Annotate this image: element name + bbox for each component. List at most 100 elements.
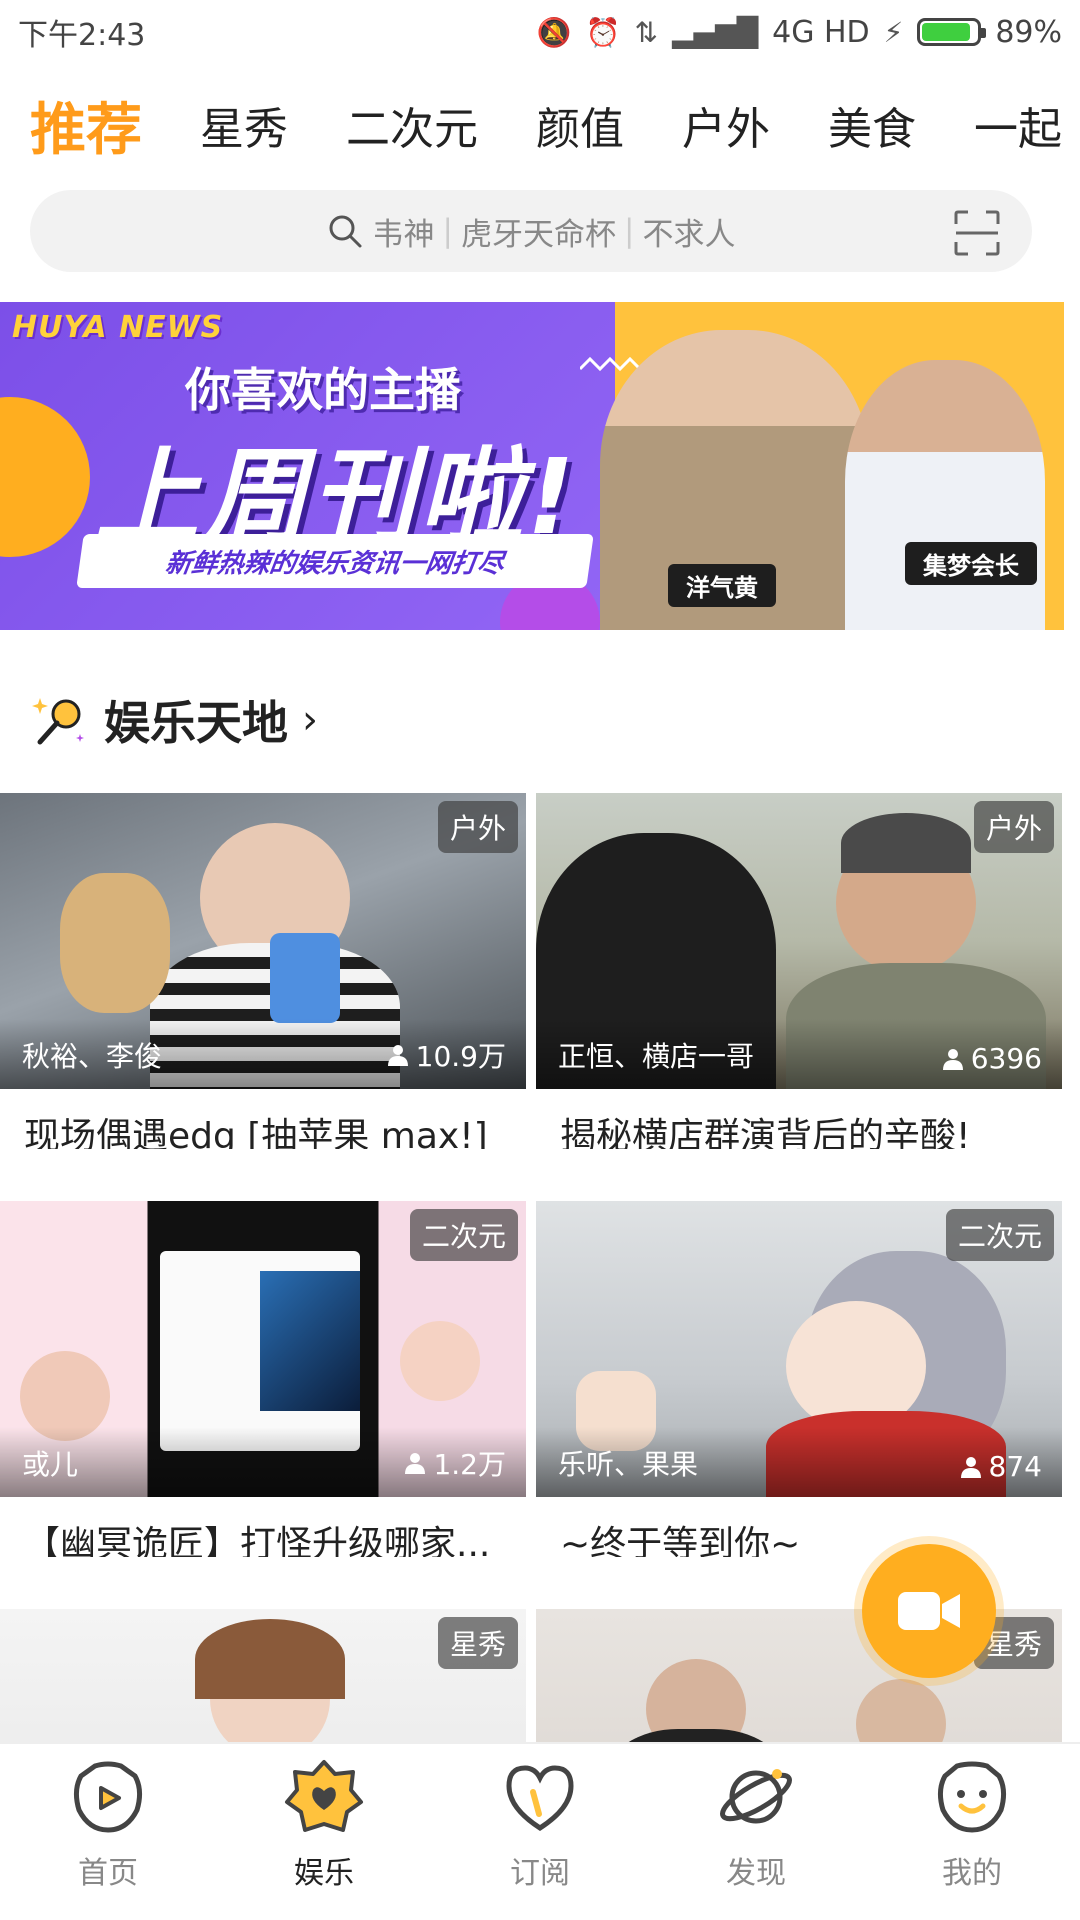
category-badge: 星秀 bbox=[437, 1617, 518, 1669]
status-time: 下午2:43 bbox=[18, 18, 146, 53]
nav-home[interactable]: 首页 bbox=[8, 1744, 208, 1892]
battery-level-fill bbox=[922, 23, 971, 41]
section-title: 娱乐天地 bbox=[104, 696, 288, 750]
category-badge: 户外 bbox=[437, 801, 518, 853]
nav-label: 我的 bbox=[942, 1856, 1002, 1891]
status-icons: 🔕 ⏰ ⇅ ▂▄▆█ 4G HD ⚡ 89% bbox=[537, 15, 1062, 50]
nav-label: 发现 bbox=[726, 1856, 786, 1891]
category-badge: 二次元 bbox=[409, 1209, 518, 1261]
nav-entertainment[interactable]: 娱乐 bbox=[224, 1744, 424, 1892]
thumb-beanie bbox=[841, 813, 971, 873]
banner-logo: HUYA NEWS bbox=[12, 310, 224, 345]
screen: 下午2:43 🔕 ⏰ ⇅ ▂▄▆█ 4G HD ⚡ 89% 推荐 星秀 二次元 … bbox=[0, 0, 1080, 1920]
nav-label: 首页 bbox=[78, 1856, 138, 1891]
viewer-icon bbox=[960, 1456, 981, 1478]
live-card[interactable]: 户外 正恒、横店一哥 6396 揭秘横店群演背后的辛酸! bbox=[536, 793, 1062, 1149]
thumb-hair bbox=[195, 1619, 345, 1699]
microphone-sparkle-icon bbox=[32, 698, 84, 745]
search-bar[interactable]: 韦神 | 虎牙天命杯 | 不求人 bbox=[30, 190, 1032, 272]
mute-icon: 🔕 bbox=[536, 15, 572, 49]
card-hosts: 乐听、果果 bbox=[558, 1448, 699, 1481]
thumb-streamer-face-2 bbox=[400, 1321, 480, 1401]
thumb-phone bbox=[270, 933, 340, 1023]
card-title[interactable]: ~终于等到你~ bbox=[536, 1497, 1036, 1557]
data-transfer-icon: ⇅ bbox=[634, 15, 658, 49]
nav-profile[interactable]: 我的 bbox=[872, 1744, 1072, 1892]
chevron-right-icon: › bbox=[302, 697, 318, 743]
card-thumbnail[interactable]: 二次元 乐听、果果 874 bbox=[536, 1201, 1062, 1497]
status-bar: 下午2:43 🔕 ⏰ ⇅ ▂▄▆█ 4G HD ⚡ 89% bbox=[0, 0, 1080, 64]
card-viewers: 6396 bbox=[941, 1042, 1042, 1075]
scan-icon[interactable] bbox=[952, 208, 1002, 258]
nav-label: 娱乐 bbox=[294, 1856, 354, 1891]
network-type: 4G HD bbox=[772, 14, 870, 50]
viewer-icon bbox=[387, 1045, 408, 1066]
nav-label: 订阅 bbox=[510, 1856, 570, 1891]
viewer-icon bbox=[405, 1453, 426, 1474]
search-separator: | bbox=[624, 213, 635, 249]
banner-person-2 bbox=[845, 360, 1045, 630]
card-thumbnail[interactable]: 户外 秋裕、李俊 10.9万 bbox=[0, 793, 526, 1089]
category-badge: 二次元 bbox=[945, 1209, 1054, 1261]
card-title[interactable]: 【幽冥诡匠】打怪升级哪家... bbox=[0, 1497, 500, 1557]
search-separator: | bbox=[442, 213, 453, 249]
card-viewers: 874 bbox=[959, 1450, 1042, 1483]
battery-icon bbox=[917, 18, 987, 46]
banner-tagline-text: 新鲜热辣的娱乐资讯一网打尽 bbox=[163, 548, 506, 579]
tab-food[interactable]: 美食 bbox=[828, 93, 916, 157]
live-card[interactable]: 二次元 乐听、果果 874 ~终于等到你~ bbox=[536, 1201, 1062, 1557]
live-card[interactable]: 二次元 或儿 1.2万 【幽冥诡匠】打怪升级哪家... bbox=[0, 1201, 526, 1557]
nav-discover[interactable]: 发现 bbox=[656, 1744, 856, 1892]
battery-percent: 89% bbox=[995, 14, 1062, 50]
tab-anime[interactable]: 二次元 bbox=[346, 93, 478, 157]
card-title[interactable]: 揭秘横店群演背后的辛酸! bbox=[536, 1089, 1036, 1149]
banner-person-1-tag: 洋气黄 bbox=[668, 564, 776, 607]
tab-together[interactable]: 一起 bbox=[974, 93, 1062, 157]
promo-banner[interactable]: HUYA NEWS 你喜欢的主播 上周刊啦! 新鲜热辣的娱乐资讯一网打尽 洋气黄… bbox=[0, 302, 1064, 630]
live-card[interactable]: 户外 秋裕、李俊 10.9万 现场偶遇edg [抽苹果 max!] bbox=[0, 793, 526, 1149]
banner-tagline: 新鲜热辣的娱乐资讯一网打尽 bbox=[76, 534, 594, 588]
nav-subscribe[interactable]: 订阅 bbox=[440, 1744, 640, 1892]
bottom-nav: 首页 娱乐 订阅 发现 我的 bbox=[0, 1742, 1080, 1920]
thumb-video-art bbox=[260, 1271, 360, 1411]
viewer-count: 6396 bbox=[970, 1042, 1042, 1075]
tab-looks[interactable]: 颜值 bbox=[536, 93, 624, 157]
card-meta: 或儿 1.2万 bbox=[0, 1427, 526, 1497]
start-live-button[interactable] bbox=[862, 1544, 996, 1678]
tab-recommend[interactable]: 推荐 bbox=[30, 85, 142, 166]
search-icon bbox=[327, 213, 363, 249]
profile-face-icon bbox=[937, 1761, 1007, 1833]
viewer-count: 1.2万 bbox=[433, 1448, 506, 1481]
search-hint-1[interactable]: 韦神 bbox=[373, 209, 435, 254]
card-hosts: 秋裕、李俊 bbox=[22, 1040, 163, 1073]
card-title[interactable]: 现场偶遇edg [抽苹果 max!] bbox=[0, 1089, 500, 1149]
card-hosts: 或儿 bbox=[22, 1448, 79, 1481]
subscribe-heart-icon bbox=[506, 1765, 574, 1831]
banner-person-2-tag: 集梦会长 bbox=[905, 542, 1037, 585]
card-hosts: 正恒、横店一哥 bbox=[558, 1040, 755, 1073]
alarm-icon: ⏰ bbox=[585, 15, 621, 49]
tab-outdoor[interactable]: 户外 bbox=[682, 93, 770, 157]
category-tabs: 推荐 星秀 二次元 颜值 户外 美食 一起 bbox=[0, 80, 1080, 170]
search-hint-2[interactable]: 虎牙天命杯 bbox=[461, 209, 616, 254]
banner-subtitle: 你喜欢的主播 bbox=[185, 363, 461, 417]
card-meta: 正恒、横店一哥 6396 bbox=[536, 1019, 1062, 1089]
charging-icon: ⚡ bbox=[883, 15, 904, 49]
card-thumbnail[interactable]: 二次元 或儿 1.2万 bbox=[0, 1201, 526, 1497]
viewer-count: 874 bbox=[988, 1450, 1042, 1483]
card-viewers: 10.9万 bbox=[386, 1035, 506, 1075]
search-hint-3[interactable]: 不求人 bbox=[642, 209, 735, 254]
home-play-icon bbox=[73, 1761, 143, 1833]
signal-icon: ▂▄▆█ bbox=[671, 15, 759, 49]
planet-icon bbox=[720, 1769, 792, 1824]
viewer-count: 10.9万 bbox=[415, 1040, 506, 1073]
card-thumbnail[interactable]: 户外 正恒、横店一哥 6396 bbox=[536, 793, 1062, 1089]
card-meta: 秋裕、李俊 10.9万 bbox=[0, 1019, 526, 1089]
thumb-bystander bbox=[60, 873, 170, 1013]
category-badge: 户外 bbox=[973, 801, 1054, 853]
card-meta: 乐听、果果 874 bbox=[536, 1427, 1062, 1497]
section-header[interactable]: 娱乐天地 › bbox=[30, 690, 318, 750]
entertainment-heart-icon bbox=[285, 1760, 363, 1832]
video-camera-icon bbox=[898, 1592, 960, 1630]
tab-xingxiu[interactable]: 星秀 bbox=[200, 93, 288, 157]
